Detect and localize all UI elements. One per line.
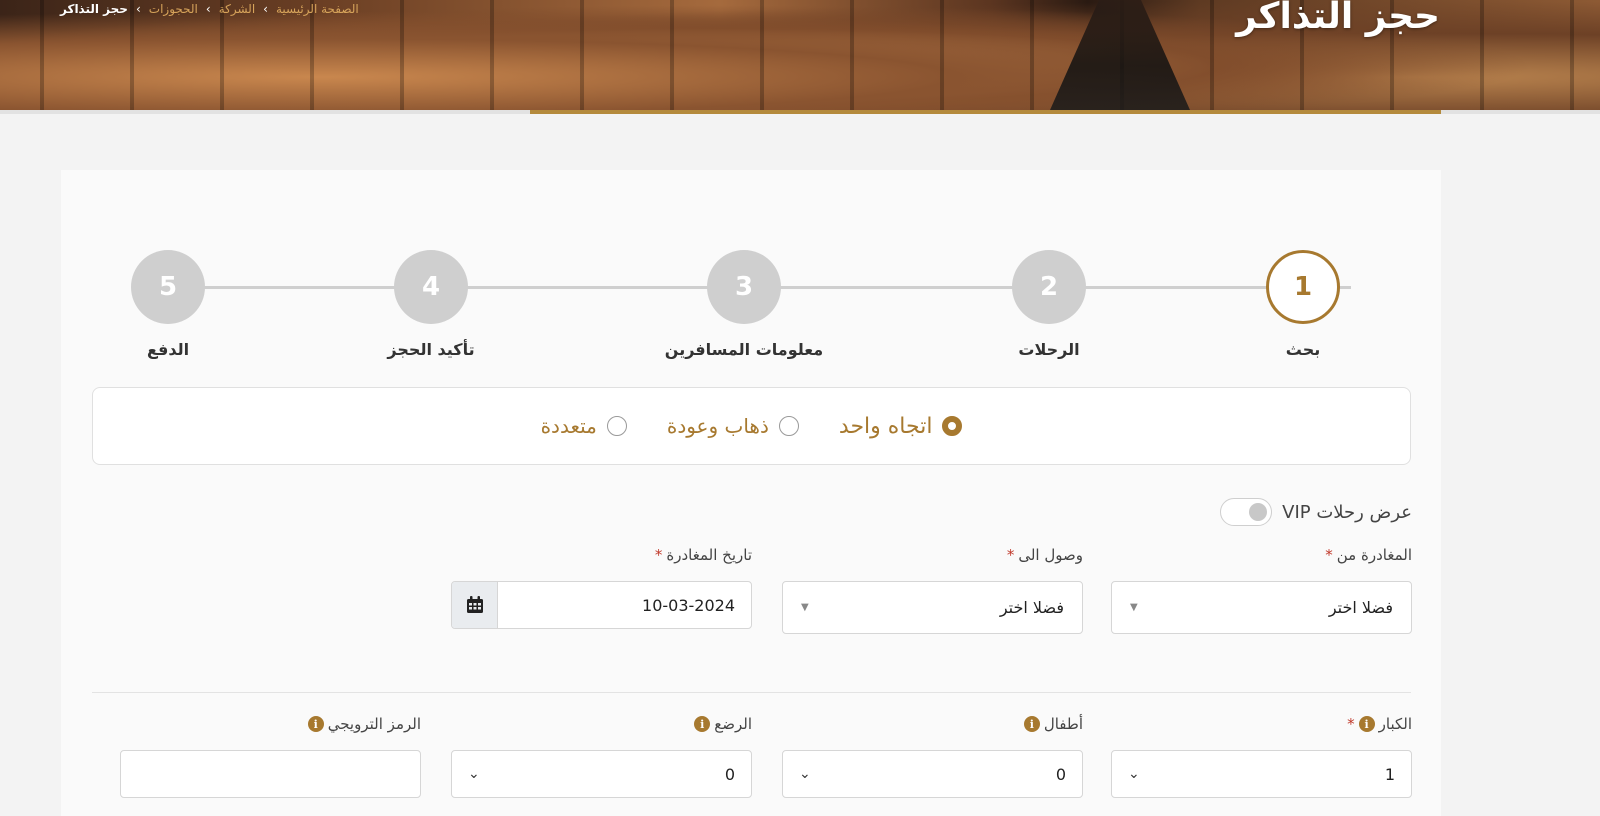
- step-number: 5: [131, 250, 205, 324]
- adults-label: الكبار i *: [1347, 715, 1412, 733]
- breadcrumb-link-company[interactable]: الشركة: [219, 2, 255, 16]
- arrival-to-select[interactable]: فضلا اختر ▼: [782, 581, 1083, 634]
- radio-label: اتجاه واحد: [838, 413, 933, 439]
- vip-toggle-row: عرض رحلات VIP: [1220, 498, 1412, 526]
- adults-select[interactable]: 1 ⌄: [1111, 750, 1412, 798]
- departure-from-select[interactable]: فضلا اختر ▼: [1111, 581, 1412, 634]
- required-mark: *: [1325, 546, 1333, 564]
- step-label: تأكيد الحجز: [387, 340, 475, 359]
- children-select[interactable]: 0 ⌄: [782, 750, 1083, 798]
- booking-card: 1 بحث 2 الرحلات 3 معلومات المسافرين 4 تأ…: [61, 170, 1441, 816]
- chevron-down-icon: ⌄: [468, 766, 480, 782]
- step-number: 2: [1012, 250, 1086, 324]
- chevron-down-icon: ⌄: [799, 766, 811, 782]
- trip-type-one-way[interactable]: اتجاه واحد: [839, 414, 963, 439]
- section-divider: [92, 692, 1411, 693]
- departure-date-input[interactable]: 10-03-2024: [498, 582, 751, 628]
- children-label-text: أطفال: [1043, 715, 1083, 733]
- chevron-down-icon: ⌄: [1128, 766, 1140, 782]
- calendar-button[interactable]: [452, 582, 498, 628]
- select-value: 1: [1384, 764, 1395, 784]
- breadcrumb-current: حجز التذاكر: [60, 2, 128, 16]
- infants-select[interactable]: 0 ⌄: [451, 750, 752, 798]
- toggle-knob: [1249, 503, 1268, 521]
- step-number: 3: [707, 250, 781, 324]
- chevron-left-icon: ‹: [205, 2, 211, 16]
- trip-type-group: اتجاه واحد ذهاب وعودة متعددة: [92, 387, 1411, 465]
- promo-label-text: الرمز الترويجي: [327, 715, 421, 733]
- caret-down-icon: ▼: [801, 602, 809, 613]
- step-search[interactable]: 1 بحث: [1223, 250, 1383, 359]
- promo-label: الرمز الترويجي i: [307, 715, 421, 733]
- breadcrumb-link-bookings[interactable]: الحجوزات: [149, 2, 198, 16]
- breadcrumb: حجز التذاكر ‹ الحجوزات ‹ الشركة ‹ الصفحة…: [60, 0, 359, 18]
- to-label: وصول الى *: [1007, 546, 1083, 564]
- promo-code-input[interactable]: [120, 750, 421, 798]
- infants-label: الرضع i: [694, 715, 752, 733]
- breadcrumb-link-home[interactable]: الصفحة الرئيسية: [276, 2, 359, 16]
- info-icon[interactable]: i: [1023, 716, 1040, 732]
- step-number: 4: [394, 250, 468, 324]
- date-label-text: تاريخ المغادرة: [666, 546, 752, 564]
- step-label: الرحلات: [1018, 340, 1080, 359]
- radio-checked-icon[interactable]: [942, 416, 963, 436]
- required-mark: *: [654, 546, 663, 564]
- trip-type-round-trip[interactable]: ذهاب وعودة: [667, 414, 799, 438]
- chevron-left-icon: ‹: [135, 2, 141, 16]
- infants-label-text: الرضع: [714, 715, 752, 733]
- hero-background-image: [1050, 0, 1190, 110]
- calendar-icon: [466, 596, 483, 613]
- info-icon[interactable]: i: [694, 716, 711, 732]
- to-label-text: وصول الى: [1018, 546, 1083, 564]
- radio-unchecked-icon[interactable]: [778, 416, 799, 436]
- step-passenger-info[interactable]: 3 معلومات المسافرين: [664, 250, 824, 359]
- caret-down-icon: ▼: [1130, 602, 1138, 613]
- required-mark: *: [1006, 546, 1015, 564]
- step-label: معلومات المسافرين: [664, 340, 824, 359]
- from-label-text: المغادرة من: [1336, 546, 1412, 564]
- step-payment[interactable]: 5 الدفع: [88, 250, 248, 359]
- chevron-left-icon: ‹: [263, 2, 268, 16]
- step-label: الدفع: [146, 340, 190, 359]
- vip-toggle[interactable]: [1220, 498, 1273, 526]
- vip-toggle-label: عرض رحلات VIP: [1282, 501, 1412, 523]
- step-label: بحث: [1285, 340, 1321, 359]
- children-label: أطفال i: [1023, 715, 1083, 733]
- page-title: حجز التذاكر: [1236, 0, 1440, 37]
- select-value: فضلا اختر: [999, 598, 1064, 617]
- step-number: 1: [1266, 250, 1340, 324]
- departure-date-group: 10-03-2024: [451, 581, 752, 629]
- radio-label: متعددة: [540, 414, 597, 438]
- select-value: 0: [1055, 764, 1066, 784]
- info-icon[interactable]: i: [307, 716, 324, 732]
- select-value: فضلا اختر: [1328, 598, 1393, 617]
- required-mark: *: [1347, 715, 1355, 733]
- step-confirm[interactable]: 4 تأكيد الحجز: [351, 250, 511, 359]
- trip-type-multi-city[interactable]: متعددة: [541, 414, 627, 438]
- adults-label-text: الكبار: [1378, 715, 1412, 733]
- select-value: 0: [724, 764, 735, 784]
- date-label: تاريخ المغادرة *: [655, 546, 752, 564]
- radio-unchecked-icon[interactable]: [606, 416, 627, 436]
- radio-label: ذهاب وعودة: [666, 414, 769, 438]
- banner-accent-bar: [530, 110, 1441, 114]
- step-trips[interactable]: 2 الرحلات: [969, 250, 1129, 359]
- from-label: المغادرة من *: [1325, 546, 1412, 564]
- booking-stepper: 1 بحث 2 الرحلات 3 معلومات المسافرين 4 تأ…: [61, 210, 1441, 359]
- info-icon[interactable]: i: [1358, 716, 1375, 732]
